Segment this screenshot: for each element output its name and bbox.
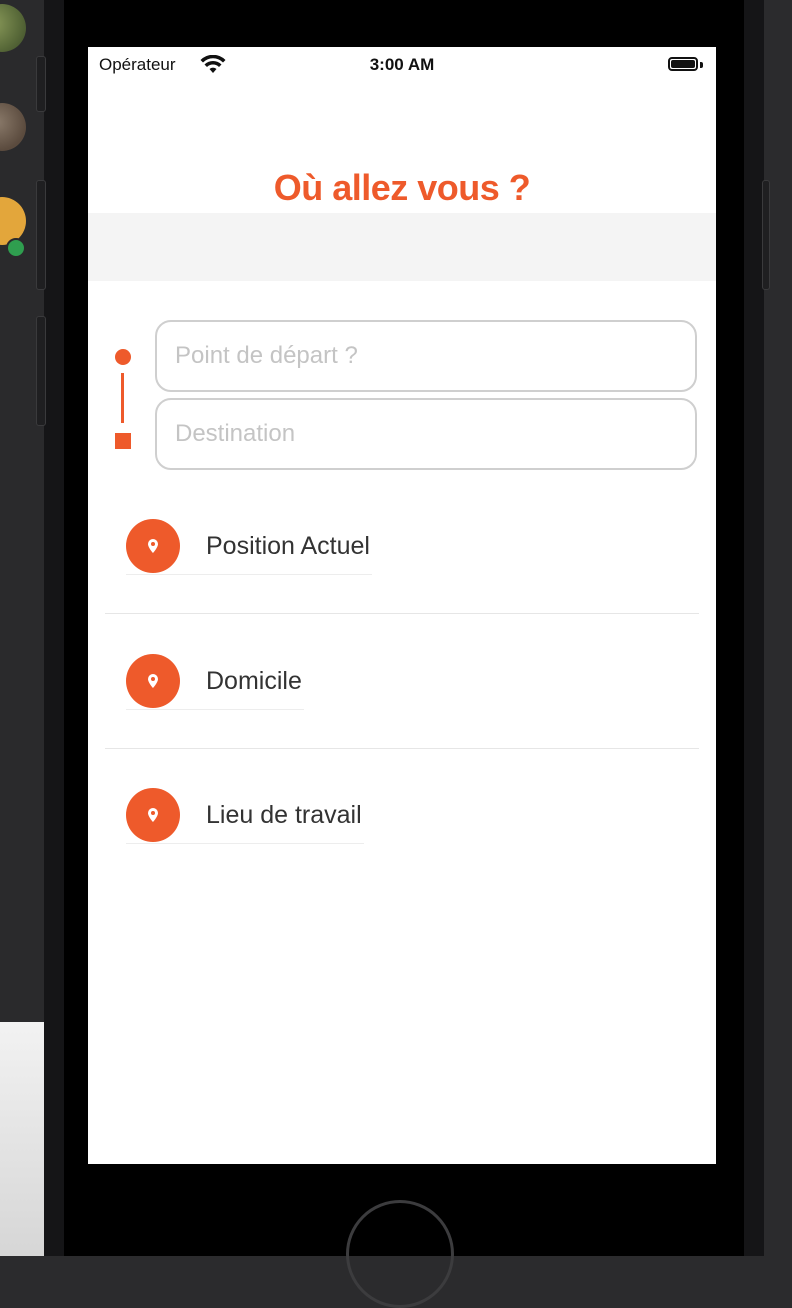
destination-field[interactable] bbox=[155, 398, 697, 470]
battery-icon bbox=[668, 57, 698, 71]
volume-down-button bbox=[36, 316, 46, 426]
place-current-position[interactable]: Position Actuel bbox=[126, 518, 372, 575]
departure-field[interactable] bbox=[155, 320, 697, 392]
desktop-window-edge bbox=[0, 1022, 44, 1256]
home-button[interactable] bbox=[346, 1200, 454, 1308]
route-indicator bbox=[112, 347, 132, 451]
status-bar: Opérateur 3:00 AM bbox=[88, 47, 716, 85]
end-square-icon bbox=[115, 433, 131, 449]
place-label: Position Actuel bbox=[206, 531, 370, 560]
list-divider bbox=[105, 748, 699, 749]
route-line bbox=[121, 373, 124, 423]
page-title: Où allez vous ? bbox=[273, 167, 531, 208]
place-work[interactable]: Lieu de travail bbox=[126, 787, 364, 844]
power-button bbox=[762, 180, 770, 290]
location-pin-icon bbox=[126, 519, 180, 573]
mute-switch bbox=[36, 56, 46, 112]
place-label: Domicile bbox=[206, 666, 302, 695]
location-pin-icon bbox=[126, 788, 180, 842]
list-divider bbox=[105, 613, 699, 614]
departure-input[interactable] bbox=[157, 322, 695, 390]
online-status-dot bbox=[6, 238, 26, 258]
place-home[interactable]: Domicile bbox=[126, 653, 304, 710]
clock: 3:00 AM bbox=[369, 55, 435, 74]
header-band bbox=[88, 213, 716, 281]
place-label: Lieu de travail bbox=[206, 800, 362, 829]
volume-up-button bbox=[36, 180, 46, 290]
location-pin-icon bbox=[126, 654, 180, 708]
phone-screen: Opérateur 3:00 AM Où allez vous ? Positi… bbox=[88, 47, 716, 1164]
start-dot-icon bbox=[115, 349, 131, 365]
battery-tip bbox=[700, 62, 703, 68]
destination-input[interactable] bbox=[157, 400, 695, 468]
